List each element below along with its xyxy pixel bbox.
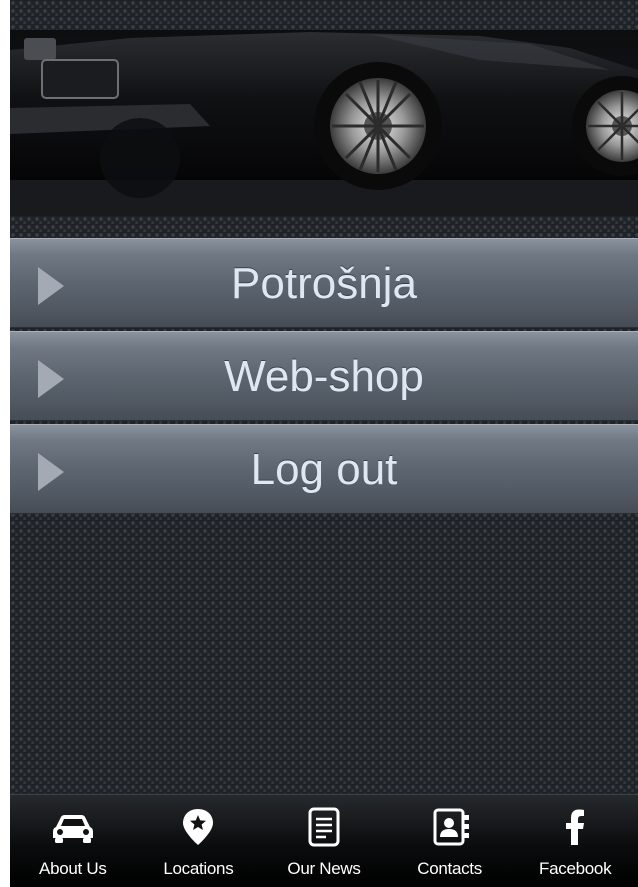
main-menu: Potrošnja Web-shop Log out	[10, 238, 638, 517]
facebook-icon	[552, 807, 598, 847]
menu-item-label: Log out	[250, 445, 398, 494]
tab-label: About Us	[39, 859, 107, 878]
car-illustration	[10, 32, 638, 216]
tab-facebook[interactable]: Facebook	[512, 795, 638, 887]
tab-contacts[interactable]: Contacts	[387, 795, 513, 887]
car-icon	[50, 807, 96, 847]
tab-label: Our News	[287, 859, 361, 878]
tab-label: Contacts	[417, 859, 482, 878]
address-book-icon	[427, 807, 473, 847]
map-pin-star-icon	[175, 807, 221, 847]
menu-item-log-out[interactable]: Log out	[10, 424, 638, 514]
tab-label: Facebook	[539, 859, 612, 878]
bottom-tab-bar: About Us Locations Our News Contacts Fac…	[10, 794, 638, 887]
tab-our-news[interactable]: Our News	[261, 795, 387, 887]
app-screen: Potrošnja Web-shop Log out About Us Loca…	[10, 0, 638, 887]
menu-item-potrosnja[interactable]: Potrošnja	[10, 238, 638, 328]
menu-item-label: Web-shop	[224, 352, 424, 401]
menu-item-web-shop[interactable]: Web-shop	[10, 331, 638, 421]
tab-locations[interactable]: Locations	[136, 795, 262, 887]
hero-car-image	[10, 30, 638, 216]
document-icon	[301, 807, 347, 847]
tab-label: Locations	[163, 859, 234, 878]
menu-item-label: Potrošnja	[231, 259, 417, 308]
tab-about-us[interactable]: About Us	[10, 795, 136, 887]
